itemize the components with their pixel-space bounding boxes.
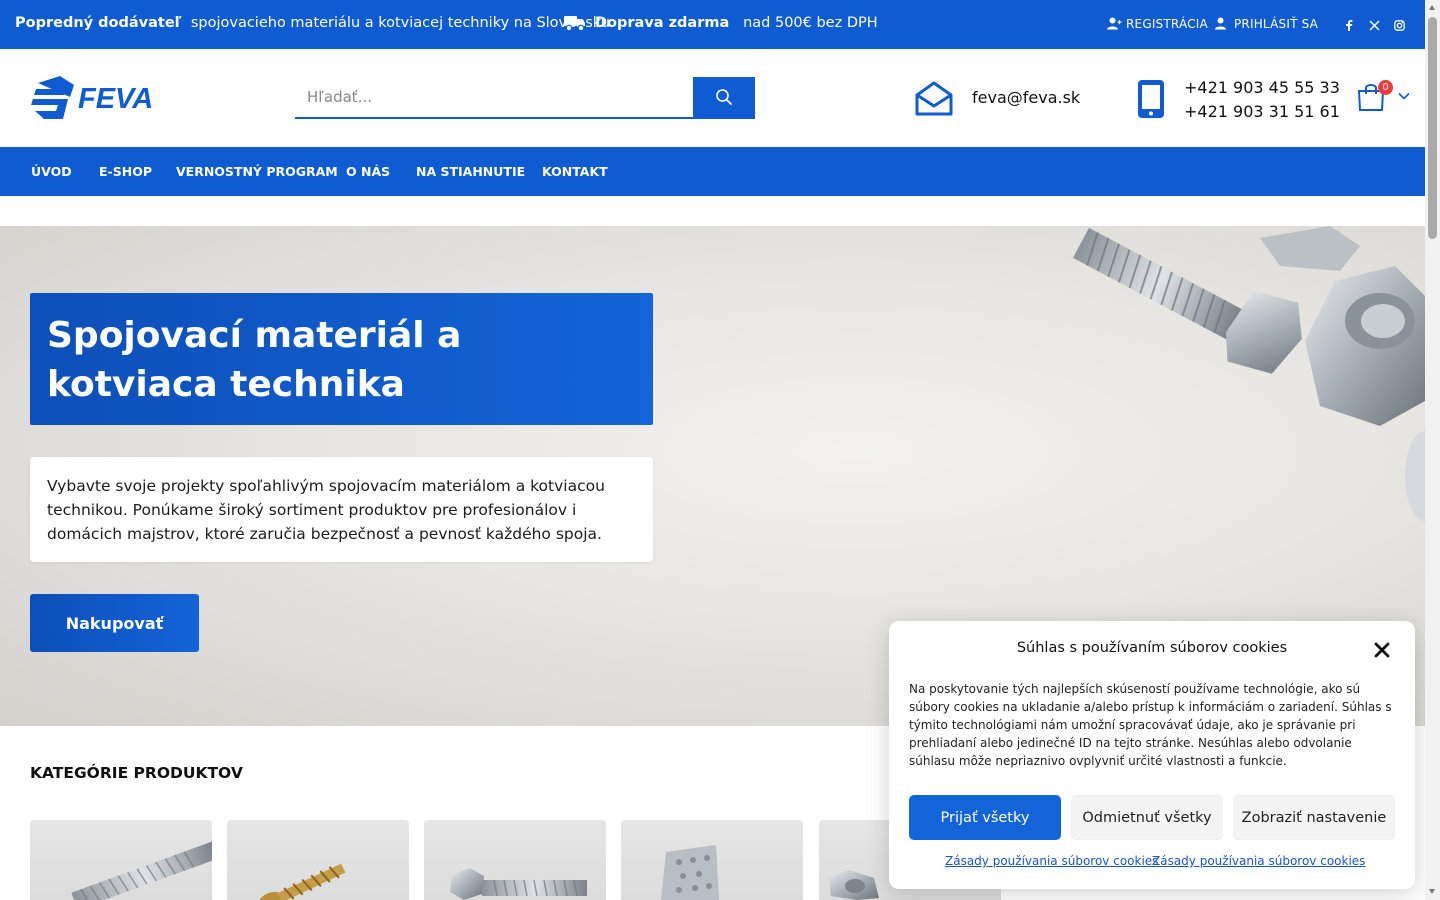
login-link[interactable]: Prihlásiť sa [1215,17,1319,31]
nav-item-home[interactable]: Úvod [31,164,72,179]
truck-icon [564,16,585,32]
scrollbar-thumb[interactable] [1428,17,1437,239]
accept-all-button[interactable]: Prijať všetky [909,795,1061,840]
nav-item-contact[interactable]: Kontakt [542,164,608,179]
site-header: FEVA feva@feva.sk +421 903 45 55 33 +421… [0,49,1425,147]
promo-bold: Popredný dodávateľ [15,15,182,31]
cart-count-badge: 0 [1378,80,1393,95]
scroll-down-arrow[interactable] [1429,889,1435,894]
cookie-dialog-text: Na poskytovanie tých najlepších skúsenos… [909,682,1392,768]
logo-text: FEVA [78,83,153,115]
search-button[interactable] [693,77,755,117]
wood-screw-image [257,863,346,900]
page-scrollbar[interactable] [1425,0,1440,900]
shipping-rest: nad 500€ bez DPH [743,15,878,31]
cookie-policy-link[interactable]: Zásady používania súborov cookies [945,854,1158,868]
nav-item-about[interactable]: O nás [346,164,390,179]
cookie-consent-dialog: Súhlas s používaním súborov cookies Na p… [889,621,1415,889]
x-icon[interactable] [1367,18,1381,32]
hex-bolt-image [450,868,587,900]
categories-heading: Kategórie produktov [30,764,243,782]
phone-number-2[interactable]: +421 903 31 51 61 [1184,100,1340,124]
top-bar: Popredný dodávateľ spojovacieho materiál… [0,0,1425,49]
cart-button[interactable]: 0 [1357,80,1393,112]
category-card[interactable] [227,820,409,900]
add-user-icon [1107,17,1122,30]
promo-text: Popredný dodávateľ spojovacieho materiál… [15,15,610,31]
email-link[interactable]: feva@feva.sk [972,88,1080,107]
cookie-policy-link-2[interactable]: Zásady používania súborov cookies [1152,854,1365,868]
search-input[interactable] [295,77,693,117]
category-card[interactable] [621,820,803,900]
view-preferences-button[interactable]: Zobraziť nastavenie [1233,795,1395,840]
register-link[interactable]: Registrácia [1107,17,1208,31]
category-card[interactable] [30,820,212,900]
scroll-up-arrow[interactable] [1429,5,1435,10]
login-label: Prihlásiť sa [1234,17,1319,31]
nav-item-eshop[interactable]: E-shop [99,164,152,179]
main-nav: Úvod E-shop Vernostný program O nás Na s… [0,147,1425,196]
chevron-down-icon[interactable] [1398,92,1410,100]
register-label: Registrácia [1126,17,1208,31]
hero-text-box: Vybavte svoje projekty spoľahlivým spojo… [30,457,653,562]
phone-number-1[interactable]: +421 903 45 55 33 [1184,76,1340,100]
category-card[interactable] [424,820,606,900]
search-icon [716,89,732,105]
nav-item-downloads[interactable]: Na stiahnutie [416,164,525,179]
angle-bracket-image [661,845,719,900]
hero-description: Vybavte svoje projekty spoľahlivým spojo… [47,477,605,543]
nav-item-loyalty[interactable]: Vernostný program [176,164,338,179]
shop-now-button[interactable]: Nakupovať [30,594,199,652]
hero-title: Spojovací materiál a kotviaca technika [47,315,462,405]
threaded-rod-image [71,841,212,900]
instagram-icon[interactable] [1392,18,1406,32]
promo-rest: spojovacieho materiálu a kotviacej techn… [190,15,610,31]
phone-icon [1138,80,1164,118]
shipping-text: Doprava zdarma nad 500€ bez DPH [595,15,878,31]
feva-logo[interactable]: FEVA [30,75,166,121]
facebook-icon[interactable] [1342,18,1356,32]
user-icon [1215,17,1226,30]
phone-numbers: +421 903 45 55 33 +421 903 31 51 61 [1184,76,1340,124]
deny-all-button[interactable]: Odmietnuť všetky [1071,795,1223,840]
hero-title-box: Spojovací materiál a kotviaca technika [30,293,653,425]
shipping-bold: Doprava zdarma [595,15,730,31]
bolts-and-nuts-image [1073,226,1425,521]
search-form [295,77,755,119]
cookie-dialog-title: Súhlas s používaním súborov cookies [1016,640,1288,656]
close-icon[interactable] [1373,641,1391,659]
envelope-icon [915,81,953,116]
